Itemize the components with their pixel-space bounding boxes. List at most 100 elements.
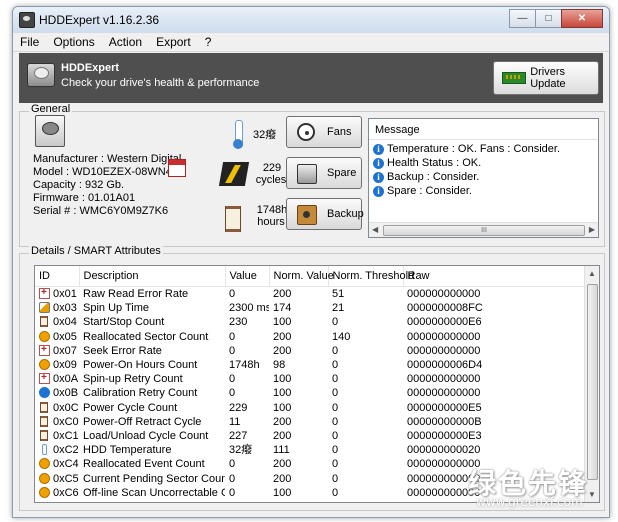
hourglass-icon xyxy=(40,316,48,328)
header-title: HDDExpert xyxy=(61,62,120,74)
cell-text: 0000000000E3 xyxy=(407,429,482,442)
column-header-norm-threshold[interactable]: Norm. Threshold xyxy=(328,266,414,287)
table-row[interactable]: 0x03 Spin Up Time 2300 ms 174 21 0000000008FC xyxy=(35,301,585,315)
table-row[interactable]: 0xC0 Power-Off Retract Cycle 11 200 0 0000000… xyxy=(35,415,585,429)
table-row[interactable]: 0x0C Power Cycle Count 229 100 0 0000000000E5 xyxy=(35,401,585,415)
cell-text: Spin-up Retry Count xyxy=(83,373,183,386)
cell-value: 0 xyxy=(225,287,269,302)
table-row[interactable]: 0x0ASpin-up Retry Count01000000000000000 xyxy=(35,372,585,386)
cell-id: 0x0A xyxy=(35,372,79,386)
cell-value: 0 xyxy=(225,330,269,344)
table-scroll-thumb[interactable] xyxy=(587,284,598,480)
message-horizontal-scrollbar[interactable]: ◀ III ▶ xyxy=(369,222,598,237)
cell-value: 0 xyxy=(225,471,269,485)
cell-value: 2300 ms xyxy=(225,301,269,315)
scroll-right-icon[interactable]: ▶ xyxy=(589,225,595,234)
close-button[interactable]: ✕ xyxy=(561,9,603,28)
menu-action[interactable]: Action xyxy=(102,33,149,51)
cell-norm: 100 xyxy=(269,486,328,500)
cell-text: 0000000000E6 xyxy=(407,316,482,329)
menu-help[interactable]: ? xyxy=(198,33,219,51)
scroll-up-icon[interactable]: ▲ xyxy=(588,269,596,278)
cell-norm: 98 xyxy=(269,358,328,372)
table-row[interactable]: 0xC1 Load/Unload Cycle Count 227 200 0 000000… xyxy=(35,429,585,443)
table-header-row: ID Description Value Norm. Value Norm. T… xyxy=(35,266,586,287)
cell-text: 0xC4 xyxy=(53,458,79,471)
menu-options[interactable]: Options xyxy=(46,33,101,51)
drive-icon xyxy=(35,115,65,147)
cell-id: 0x01 xyxy=(35,287,79,302)
cell-thr: 51 xyxy=(328,287,403,302)
message-item[interactable]: i Spare : Consider. xyxy=(373,184,472,198)
column-header-raw[interactable]: Raw xyxy=(403,266,586,287)
table-row[interactable]: 0x05 Reallocated Sector Count 0 200 140 00000… xyxy=(35,330,585,344)
message-item[interactable]: i Backup : Consider. xyxy=(373,170,479,184)
cell-norm: 200 xyxy=(269,471,328,485)
backup-label: Backup xyxy=(327,208,364,220)
cell-text: 111 xyxy=(273,444,290,457)
thermometer-icon xyxy=(42,444,47,456)
cell-text: 32癈 xyxy=(229,444,253,457)
table-row[interactable]: 0x07Seek Error Rate02000000000000000 xyxy=(35,344,585,358)
message-item[interactable]: i Health Status : OK. xyxy=(373,156,481,170)
column-header-value[interactable]: Value xyxy=(225,266,270,287)
cell-norm: 200 xyxy=(269,415,328,429)
message-item[interactable]: i Temperature : OK. Fans : Consider. xyxy=(373,142,560,156)
column-header-id[interactable]: ID xyxy=(35,266,80,287)
fans-button[interactable]: Fans xyxy=(286,116,362,148)
cell-thr: 0 xyxy=(328,315,403,329)
message-header[interactable]: Message xyxy=(369,119,598,140)
cell-value: 1748h xyxy=(225,358,269,372)
cell-thr: 0 xyxy=(328,429,403,443)
table-row[interactable]: 0x0B Calibration Retry Count 0 100 0 00000000… xyxy=(35,386,585,400)
scroll-left-icon[interactable]: ◀ xyxy=(372,225,378,234)
minimize-button[interactable]: — xyxy=(509,9,536,28)
table-row[interactable]: 0xC2 HDD Temperature 32癈 111 0 000000000020 xyxy=(35,443,585,457)
hourglass-icon xyxy=(40,401,48,413)
column-header-norm-value[interactable]: Norm. Value xyxy=(269,266,334,287)
manufacturer-text: Manufacturer : Western Digital xyxy=(33,153,182,165)
info-icon xyxy=(39,387,50,399)
cell-norm: 200 xyxy=(269,457,328,471)
cell-text: 0 xyxy=(332,415,339,428)
table-row[interactable]: 0x04 Start/Stop Count 230 100 0 0000000000E6 xyxy=(35,315,585,329)
cell-value: 0 xyxy=(225,486,269,500)
backup-button[interactable]: Backup xyxy=(286,198,364,230)
cell-text: 100 xyxy=(273,316,292,329)
table-row[interactable]: 0x09 Power-On Hours Count 1748h 98 0 00000000… xyxy=(35,358,585,372)
cell-text: 200 xyxy=(273,415,292,428)
message-list[interactable]: Message i Temperature : OK. Fans : Consid… xyxy=(368,118,599,238)
cell-text: 0x07 xyxy=(53,344,77,357)
cell-thr: 0 xyxy=(328,358,403,372)
menu-export[interactable]: Export xyxy=(149,33,198,51)
column-header-description[interactable]: Description xyxy=(79,266,226,287)
cell-text: 100 xyxy=(273,401,292,414)
cell-desc: Power Cycle Count xyxy=(79,401,225,415)
cell-text: 0xC0 xyxy=(53,415,79,428)
cell-norm: 100 xyxy=(269,372,328,386)
cell-thr: 0 xyxy=(328,443,403,457)
scroll-thumb[interactable]: III xyxy=(383,225,585,236)
cell-raw: 00000000000B xyxy=(403,415,585,429)
calendar-icon[interactable] xyxy=(168,159,186,177)
info-icon: i xyxy=(373,185,384,197)
spare-button[interactable]: Spare xyxy=(286,157,362,189)
app-disk-icon xyxy=(19,12,35,28)
table-row[interactable]: 0x01 Raw Read Error Rate 0 200 51 00000000000… xyxy=(35,287,585,302)
cell-id: 0x03 xyxy=(35,301,79,315)
cell-thr: 0 xyxy=(328,486,403,500)
maximize-button[interactable]: □ xyxy=(535,9,562,28)
drivers-update-button[interactable]: Drivers Update xyxy=(493,61,599,95)
cell-text: 0 xyxy=(332,458,339,471)
cell-thr: 140 xyxy=(328,330,403,344)
cell-value: 229 xyxy=(225,401,269,415)
menu-file[interactable]: File xyxy=(13,33,46,51)
hourglass-icon xyxy=(40,429,48,441)
hours-unit: hours xyxy=(257,216,285,228)
cell-text: 000000000000 xyxy=(407,373,481,386)
cell-text: 0 xyxy=(332,429,339,442)
cell-value: 32癈 xyxy=(225,443,269,457)
title-bar[interactable]: HDDExpert v1.16.2.36 — □ ✕ xyxy=(13,7,609,33)
cell-text: Seek Error Rate xyxy=(83,344,162,357)
cell-text: 0 xyxy=(229,373,236,386)
